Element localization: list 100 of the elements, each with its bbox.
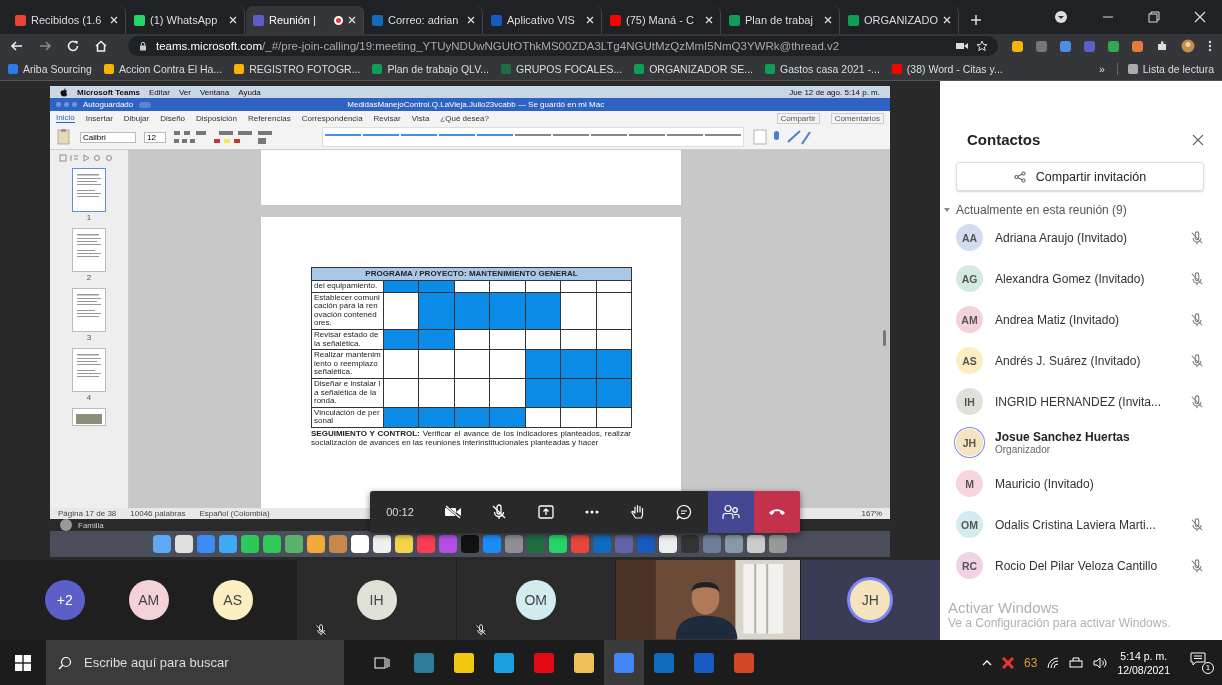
page-thumbnail[interactable]: [72, 348, 106, 392]
bookmark-link[interactable]: GRUPOS FOCALES...: [501, 63, 623, 75]
app-icon[interactable]: [219, 535, 237, 553]
page-thumbnail[interactable]: [72, 408, 106, 426]
search-bar[interactable]: Escribe aquí para buscar: [46, 640, 344, 685]
app-icon[interactable]: [549, 535, 567, 553]
app-icon[interactable]: [153, 535, 171, 553]
bookmark-link[interactable]: Plan de trabajo QLV...: [372, 63, 489, 75]
app-menu[interactable]: Microsoft Teams: [77, 87, 140, 97]
ribbon-tab[interactable]: Correspondencia: [301, 113, 363, 123]
ribbon-tab[interactable]: Disposición: [196, 113, 237, 123]
participant-row[interactable]: AM Andrea Matiz (Invitado): [940, 299, 1204, 340]
ribbon-tab[interactable]: Insertar: [85, 113, 113, 123]
temperature-badge[interactable]: 63: [1024, 655, 1038, 670]
ribbon-tab[interactable]: Revisar: [373, 113, 401, 123]
close-icon[interactable]: [1192, 133, 1204, 146]
ribbon-tab[interactable]: Vista: [411, 113, 430, 123]
back-icon[interactable]: [10, 39, 24, 53]
taskbar-clock[interactable]: 5:14 p. m. 12/08/2021: [1117, 648, 1170, 677]
app-icon[interactable]: [659, 535, 677, 553]
app-icon[interactable]: [395, 535, 413, 553]
participant-row[interactable]: OM Odalis Cristina Laviera Marti...: [940, 504, 1204, 545]
app-icon[interactable]: [175, 535, 193, 553]
tell-me-field[interactable]: ¿Qué desea?: [440, 113, 489, 123]
volume-icon[interactable]: [1093, 656, 1108, 669]
camera-icon[interactable]: [956, 41, 968, 51]
menu-item[interactable]: Editar: [149, 87, 170, 97]
app-icon[interactable]: [703, 535, 721, 553]
app-icon[interactable]: [307, 535, 325, 553]
reading-list-button[interactable]: Lista de lectura: [1116, 63, 1214, 75]
app-icon[interactable]: [351, 535, 369, 553]
extension-icon[interactable]: [1036, 40, 1047, 52]
search-field[interactable]: Escribe aquí para buscar: [82, 654, 332, 671]
menu-item[interactable]: Ver: [178, 87, 191, 97]
page-thumbnail[interactable]: [72, 228, 106, 272]
wifi-icon[interactable]: [1047, 656, 1060, 669]
profile-icon[interactable]: [1054, 10, 1068, 24]
star-icon[interactable]: [976, 40, 988, 52]
participant-row[interactable]: AA Adriana Araujo (Invitado): [940, 217, 1204, 258]
forward-icon[interactable]: [38, 39, 52, 53]
ribbon-tools-drawing[interactable]: [752, 128, 812, 146]
app-icon[interactable]: [747, 535, 765, 553]
reload-icon[interactable]: [66, 39, 80, 53]
style-gallery[interactable]: [322, 127, 744, 147]
more-participants-badge[interactable]: +2: [44, 580, 85, 621]
share-invitation-button[interactable]: Compartir invitación: [956, 162, 1204, 191]
restore-icon[interactable]: [1148, 11, 1160, 23]
ribbon-tab[interactable]: Referencias: [247, 113, 291, 123]
app-icon[interactable]: [285, 535, 303, 553]
participant-row[interactable]: JH Josue Sanchez Huertas Organizador: [940, 422, 1204, 463]
font-size-field[interactable]: 12: [144, 131, 166, 143]
menu-item[interactable]: Ventana: [199, 87, 230, 97]
avatar-icon[interactable]: [1181, 39, 1195, 53]
share-button[interactable]: Compartir: [776, 112, 820, 124]
section-header[interactable]: Actualmente en esta reunión (9): [940, 191, 1204, 217]
participant-row[interactable]: M Mauricio (Invitado): [940, 463, 1204, 504]
page-thumbnail[interactable]: [72, 288, 106, 332]
app-icon[interactable]: [329, 535, 347, 553]
bookmark-link[interactable]: ORGANIZADOR SE...: [634, 63, 754, 75]
ribbon-tab[interactable]: Diseño: [160, 113, 186, 123]
app-icon[interactable]: [373, 535, 391, 553]
task-view-icon[interactable]: [374, 654, 390, 671]
menu-icon[interactable]: [1208, 40, 1212, 52]
bookmark-link[interactable]: Accion Contra El Ha...: [103, 63, 223, 75]
extension-icon[interactable]: [1060, 40, 1071, 52]
page-thumbnail[interactable]: [72, 168, 106, 212]
puzzle-icon[interactable]: [1156, 40, 1168, 52]
extension-icon[interactable]: [1132, 40, 1143, 52]
address-field[interactable]: teams.microsoft.com/_#/pre-join-calling/19:meeting_YTUyNDUwNGUtOThkMS00ZDA3LTg4NGUtMzQzMmI5NmQ3YWRk@thread.v2: [128, 36, 998, 56]
participant-row[interactable]: AG Alexandra Gomez (Invitado): [940, 258, 1204, 299]
app-icon[interactable]: [571, 535, 589, 553]
bookmark-link[interactable]: Ariba Sourcing: [8, 63, 92, 75]
app-icon[interactable]: [241, 535, 259, 553]
extension-icon[interactable]: [1012, 40, 1023, 52]
app-icon[interactable]: [725, 535, 743, 553]
hang-up-button[interactable]: [753, 491, 800, 533]
bookmark-link[interactable]: REGISTRO FOTOGR...: [234, 63, 361, 75]
notifications-button[interactable]: 1: [1190, 651, 1214, 674]
start-icon[interactable]: [15, 654, 31, 671]
font-field[interactable]: Calibri: [80, 131, 136, 143]
participant-row[interactable]: IH INGRID HERNANDEZ (Invita...: [940, 381, 1204, 422]
app-icon[interactable]: [483, 535, 501, 553]
browser-tab[interactable]: Reunión |: [246, 6, 364, 34]
more-bookmarks-button[interactable]: »: [1098, 63, 1105, 75]
home-icon[interactable]: [94, 39, 108, 53]
chevron-up-icon[interactable]: [982, 658, 993, 667]
extension-icon[interactable]: [1108, 40, 1119, 52]
menu-item[interactable]: Ayuda: [238, 87, 261, 97]
bookmark-link[interactable]: (38) Word - Citas y...: [891, 63, 1003, 75]
app-icon[interactable]: [769, 535, 787, 553]
participant-row[interactable]: RC Rocio Del Pilar Veloza Cantillo: [940, 545, 1204, 586]
participant-row[interactable]: AS Andrés J. Suárez (Invitado): [940, 340, 1204, 381]
app-icon[interactable]: [417, 535, 435, 553]
autosave-toggle[interactable]: [139, 101, 152, 108]
ribbon-tab[interactable]: Dibujar: [123, 113, 150, 123]
participants-button[interactable]: [707, 491, 754, 533]
ribbon-tab[interactable]: Inicio: [56, 113, 75, 123]
app-icon[interactable]: [505, 535, 523, 553]
comments-button[interactable]: Comentarios: [830, 112, 884, 124]
paste-icon[interactable]: [56, 128, 72, 146]
